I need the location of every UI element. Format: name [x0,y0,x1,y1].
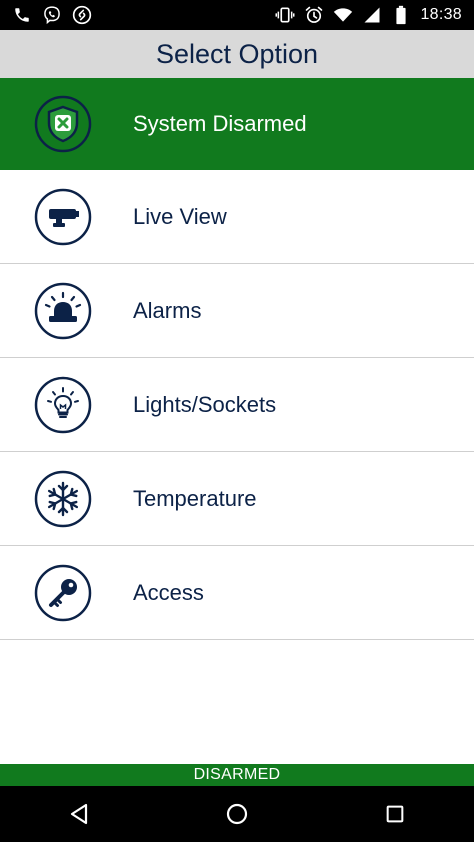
clock: 18:38 [420,6,462,23]
menu-item-live-view[interactable]: Live View [0,170,474,264]
menu-item-temperature[interactable]: Temperature [0,452,474,546]
status-text: DISARMED [193,766,281,783]
status-bar: 18:38 [0,0,474,30]
battery-icon [391,5,411,25]
page-title: Select Option [155,38,319,69]
wifi-icon [333,5,353,25]
menu-item-label: System Disarmed [133,110,307,136]
shazam-icon [72,5,92,25]
signal-icon [362,5,382,25]
recents-icon[interactable] [375,794,415,834]
camera-icon [34,188,92,246]
menu-item-label: Alarms [133,297,202,323]
system-icons: 18:38 [275,5,462,25]
phone-icon [12,5,32,25]
viber-icon [42,5,62,25]
option-list: System Disarmed Live View Alarms Lights/… [0,78,474,640]
menu-item-lights-sockets[interactable]: Lights/Sockets [0,358,474,452]
menu-item-alarms[interactable]: Alarms [0,264,474,358]
menu-item-label: Lights/Sockets [133,391,277,417]
menu-item-system-disarmed[interactable]: System Disarmed [0,78,474,170]
siren-icon [34,282,92,340]
back-icon[interactable] [59,794,99,834]
system-status-strip: DISARMED [0,764,474,786]
navigation-bar [0,786,474,842]
snowflake-icon [34,470,92,528]
home-icon[interactable] [217,794,257,834]
shield-x-icon [34,95,92,153]
alarm-icon [304,5,324,25]
menu-item-label: Live View [133,203,227,229]
lightbulb-icon [34,376,92,434]
menu-item-label: Access [133,579,204,605]
vibrate-icon [275,5,295,25]
menu-item-label: Temperature [133,485,257,511]
key-icon [34,564,92,622]
menu-item-access[interactable]: Access [0,546,474,640]
notification-icons [12,5,92,25]
title-bar: Select Option [0,30,474,78]
